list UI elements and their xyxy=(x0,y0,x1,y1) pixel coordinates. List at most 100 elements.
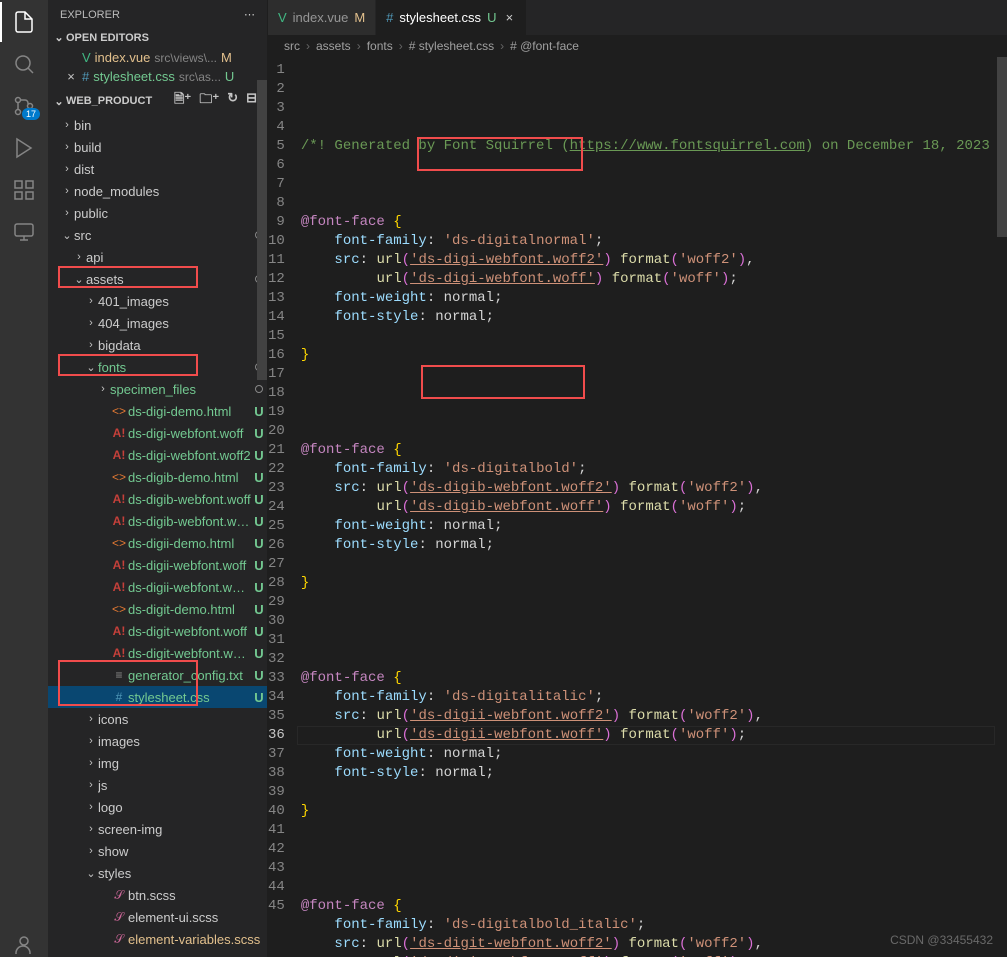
code-line[interactable] xyxy=(301,840,1007,859)
file-tree[interactable]: ›bin›build›dist›node_modules›public⌄src›… xyxy=(48,114,267,957)
editor-tab[interactable]: Vindex.vueM xyxy=(268,0,376,35)
breadcrumb-item[interactable]: assets xyxy=(316,39,351,53)
editor-scrollbar[interactable] xyxy=(993,57,1007,957)
code-line[interactable]: font-style: normal; xyxy=(301,536,1007,555)
file-item[interactable]: A!ds-digi-webfont.woff2U xyxy=(48,444,267,466)
folder-item[interactable]: ›js xyxy=(48,774,267,796)
open-editors-header[interactable]: ⌄ OPEN EDITORS xyxy=(48,29,267,46)
folder-item[interactable]: ›dist xyxy=(48,158,267,180)
code-line[interactable] xyxy=(301,859,1007,878)
breadcrumb-item[interactable]: fonts xyxy=(367,39,393,53)
code-line[interactable] xyxy=(301,650,1007,669)
account-icon[interactable] xyxy=(12,933,36,957)
folder-item[interactable]: ›401_images xyxy=(48,290,267,312)
code-line[interactable]: font-family: 'ds-digitalbold'; xyxy=(301,460,1007,479)
search-icon[interactable] xyxy=(12,52,36,76)
code-line[interactable]: font-style: normal; xyxy=(301,764,1007,783)
code-line[interactable]: } xyxy=(301,346,1007,365)
file-item[interactable]: A!ds-digii-webfont.woffU xyxy=(48,554,267,576)
file-item[interactable]: A!ds-digit-webfont.wof...U xyxy=(48,642,267,664)
folder-item[interactable]: ›icons xyxy=(48,708,267,730)
open-editor-item[interactable]: ×#stylesheet.css src\as...U xyxy=(48,67,267,86)
folder-item[interactable]: ›images xyxy=(48,730,267,752)
debug-icon[interactable] xyxy=(12,136,36,160)
code-line[interactable] xyxy=(301,422,1007,441)
more-icon[interactable]: ⋯ xyxy=(244,8,255,21)
code-content[interactable]: /*! Generated by Font Squirrel (https://… xyxy=(301,57,1007,957)
file-item[interactable]: <>ds-digi-demo.htmlU xyxy=(48,400,267,422)
code-line[interactable]: font-style: normal; xyxy=(301,308,1007,327)
code-line[interactable] xyxy=(301,403,1007,422)
breadcrumb-item[interactable]: # @font-face xyxy=(510,39,579,53)
folder-item[interactable]: ›logo xyxy=(48,796,267,818)
explorer-icon[interactable] xyxy=(12,10,36,34)
new-file-icon[interactable]: 🗎⁺ xyxy=(174,90,191,112)
code-line[interactable]: font-weight: normal; xyxy=(301,517,1007,536)
file-item[interactable]: <>ds-digit-demo.htmlU xyxy=(48,598,267,620)
code-line[interactable]: src: url('ds-digii-webfont.woff2') forma… xyxy=(301,707,1007,726)
collapse-icon[interactable]: ⊟ xyxy=(246,90,257,112)
code-line[interactable]: @font-face { xyxy=(301,213,1007,232)
file-item[interactable]: 𝒮element-ui.scss xyxy=(48,906,267,928)
open-editor-item[interactable]: ×Vindex.vue src\views\...M xyxy=(48,48,267,67)
file-item[interactable]: A!ds-digii-webfont.woff2U xyxy=(48,576,267,598)
folder-item[interactable]: ⌄src xyxy=(48,224,267,246)
code-line[interactable]: font-family: 'ds-digitalnormal'; xyxy=(301,232,1007,251)
new-folder-icon[interactable]: 🗀⁺ xyxy=(199,90,219,112)
folder-item[interactable]: ›404_images xyxy=(48,312,267,334)
file-item[interactable]: <>ds-digii-demo.htmlU xyxy=(48,532,267,554)
extensions-icon[interactable] xyxy=(12,178,36,202)
code-editor[interactable]: 1234567891011121314151617181920212223242… xyxy=(268,57,1007,957)
folder-item[interactable]: ⌄styles xyxy=(48,862,267,884)
code-line[interactable] xyxy=(301,612,1007,631)
code-line[interactable]: font-weight: normal; xyxy=(301,289,1007,308)
code-line[interactable]: @font-face { xyxy=(301,441,1007,460)
file-item[interactable]: <>ds-digib-demo.htmlU xyxy=(48,466,267,488)
folder-item[interactable]: ›node_modules xyxy=(48,180,267,202)
code-line[interactable] xyxy=(301,821,1007,840)
code-line[interactable]: url('ds-digi-webfont.woff') format('woff… xyxy=(301,270,1007,289)
code-line[interactable]: } xyxy=(301,802,1007,821)
code-line[interactable]: font-family: 'ds-digitalitalic'; xyxy=(301,688,1007,707)
folder-item[interactable]: ›public xyxy=(48,202,267,224)
folder-item[interactable]: ›build xyxy=(48,136,267,158)
folder-item[interactable]: ›bin xyxy=(48,114,267,136)
code-line[interactable] xyxy=(301,593,1007,612)
code-line[interactable] xyxy=(301,327,1007,346)
file-item[interactable]: 𝒮element-variables.scss xyxy=(48,928,267,950)
file-item[interactable]: A!ds-digib-webfont.woffU xyxy=(48,488,267,510)
code-line[interactable] xyxy=(301,175,1007,194)
breadcrumb[interactable]: src›assets›fonts›# stylesheet.css›# @fon… xyxy=(268,35,1007,57)
code-line[interactable] xyxy=(301,384,1007,403)
close-icon[interactable]: × xyxy=(502,10,516,25)
folder-item[interactable]: ›screen-img xyxy=(48,818,267,840)
code-line[interactable]: url('ds-digib-webfont.woff') format('wof… xyxy=(301,498,1007,517)
close-icon[interactable]: × xyxy=(64,69,78,84)
project-header[interactable]: ⌄ WEB_PRODUCT 🗎⁺ 🗀⁺ ↻ ⊟ xyxy=(48,88,267,114)
folder-item[interactable]: ›bigdata xyxy=(48,334,267,356)
code-line[interactable] xyxy=(301,156,1007,175)
code-line[interactable] xyxy=(301,631,1007,650)
code-line[interactable]: /*! Generated by Font Squirrel (https://… xyxy=(301,137,1007,156)
folder-item[interactable]: ›show xyxy=(48,840,267,862)
code-line[interactable]: @font-face { xyxy=(301,897,1007,916)
code-line[interactable] xyxy=(301,555,1007,574)
code-line[interactable] xyxy=(301,783,1007,802)
editor-tab[interactable]: #stylesheet.cssU× xyxy=(376,0,527,35)
file-item[interactable]: A!ds-digib-webfont.wo...U xyxy=(48,510,267,532)
file-item[interactable]: A!ds-digi-webfont.woffU xyxy=(48,422,267,444)
file-item[interactable]: A!ds-digit-webfont.woffU xyxy=(48,620,267,642)
file-item[interactable]: 𝒮btn.scss xyxy=(48,884,267,906)
folder-item[interactable]: ›api xyxy=(48,246,267,268)
code-line[interactable]: src: url('ds-digi-webfont.woff2') format… xyxy=(301,251,1007,270)
folder-item[interactable]: ›img xyxy=(48,752,267,774)
refresh-icon[interactable]: ↻ xyxy=(227,90,238,112)
remote-icon[interactable] xyxy=(12,220,36,244)
scm-icon[interactable]: 17 xyxy=(12,94,36,118)
folder-item[interactable]: ⌄fonts xyxy=(48,356,267,378)
folder-item[interactable]: ›specimen_files xyxy=(48,378,267,400)
code-line[interactable] xyxy=(301,365,1007,384)
breadcrumb-item[interactable]: src xyxy=(284,39,300,53)
code-line[interactable]: url('ds-digii-webfont.woff') format('wof… xyxy=(301,726,1007,745)
file-item[interactable]: #stylesheet.cssU xyxy=(48,686,267,708)
